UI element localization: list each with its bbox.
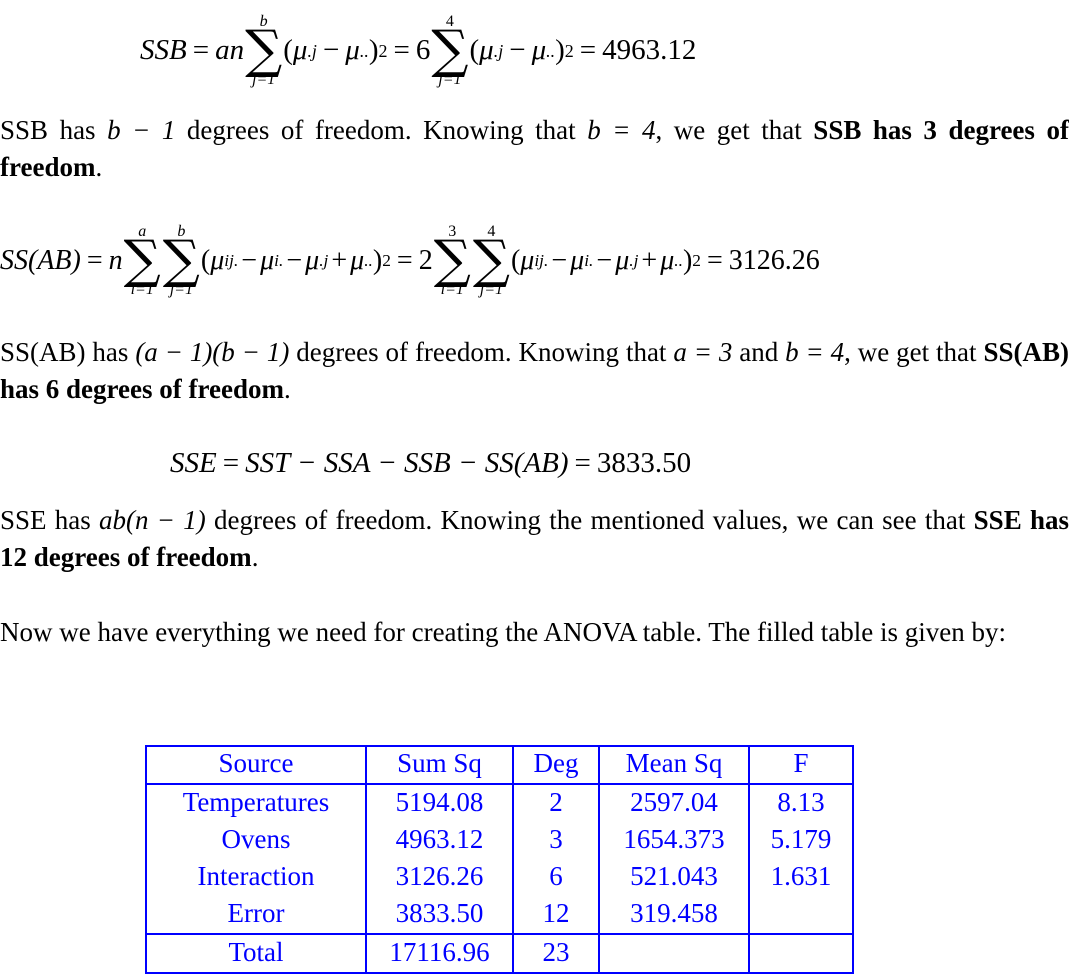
ssb-df-text-3: , we get that — [655, 115, 814, 145]
cell-total-sum-sq: 17116.96 — [365, 933, 514, 974]
ssb-df-text-2: degrees of freedom. Knowing that — [175, 115, 588, 145]
summation-outer-symbolic: a ∑ i=1 — [124, 224, 161, 298]
sum-lower-limit-numeric: j=1 — [438, 70, 462, 88]
anova-table-head: Source Sum Sq Deg Mean Sq F — [145, 745, 854, 785]
anova-table-container: Source Sum Sq Deg Mean Sq F Temperatures… — [145, 745, 854, 974]
equation-ssb: SSB = an b ∑ j=1 (μ .j − μ..) 2 = 6 4 ∑ j=1 … — [140, 13, 697, 88]
sse-df-text-1: SSE has — [0, 505, 100, 535]
cell-sum-sq: 3126.26 — [365, 859, 514, 896]
intro-table-text: Now we have everything we need for creat… — [0, 617, 1006, 647]
document-page: SSB = an b ∑ j=1 (μ .j − μ..) 2 = 6 4 ∑ j=1 … — [0, 0, 1069, 975]
ssab-df-text-1: SS(AB) has — [0, 337, 136, 367]
sse-rhs: SST − SSA − SSB − SS(AB) — [245, 446, 569, 479]
paragraph-sse-df: SSE has ab(n − 1) degrees of freedom. Kn… — [0, 502, 1069, 576]
cell-mean-sq: 319.458 — [598, 896, 750, 935]
cell-f: 5.179 — [748, 822, 854, 859]
cell-sum-sq: 3833.50 — [365, 896, 514, 935]
column-header-f: F — [748, 745, 854, 785]
table-row: Ovens 4963.12 3 1654.373 5.179 — [145, 822, 854, 859]
ssb-df-text-4: . — [95, 152, 103, 182]
table-header-row: Source Sum Sq Deg Mean Sq F — [145, 745, 854, 785]
sigma-icon: ∑ — [123, 230, 161, 290]
sse-df-text-2: degrees of freedom. Knowing the mentione… — [205, 505, 974, 535]
cell-f: 8.13 — [748, 783, 854, 822]
ssab-df-math-1: (a − 1)(b − 1) — [135, 337, 290, 367]
ssab-df-text-4: , we get that — [844, 337, 984, 367]
summation-symbolic: b ∑ j=1 — [245, 14, 282, 88]
cell-total-f — [748, 933, 854, 974]
ssb-coef-symbolic: an — [215, 34, 245, 67]
column-header-sum-sq: Sum Sq — [365, 745, 514, 785]
summation-numeric: 4 ∑ j=1 — [431, 14, 468, 88]
cell-sum-sq: 4963.12 — [365, 822, 514, 859]
cell-total-mean-sq — [598, 933, 750, 974]
cell-deg: 12 — [512, 896, 600, 935]
cell-source: Error — [145, 896, 367, 935]
ssb-lhs: SSB — [140, 34, 187, 67]
paragraph-ssb-df: SSB has b − 1 degrees of freedom. Knowin… — [0, 112, 1069, 186]
equation-sse: SSE = SST − SSA − SSB − SS(AB) = 3833.50 — [170, 446, 692, 479]
cell-deg: 6 — [512, 859, 600, 896]
sigma-icon: ∑ — [472, 230, 510, 290]
ssb-coef-numeric: 6 — [415, 34, 431, 67]
sse-df-math-1: ab(n − 1) — [99, 505, 206, 535]
ssab-result: 3126.26 — [728, 244, 820, 276]
ssab-coef-symbolic: n — [108, 244, 123, 276]
summation-inner-numeric: 4 ∑ j=1 — [473, 224, 510, 298]
ssab-coef-numeric: 2 — [418, 244, 433, 276]
cell-deg: 2 — [512, 783, 600, 822]
ssb-df-math-2: b = 4 — [587, 115, 656, 145]
cell-f — [748, 896, 854, 935]
sum-lower-limit-numeric: i=1 — [440, 280, 464, 298]
sse-result: 3833.50 — [596, 446, 692, 479]
ssab-df-text-5: . — [283, 374, 291, 404]
cell-mean-sq: 2597.04 — [598, 783, 750, 822]
anova-table-foot: Total 17116.96 23 — [145, 933, 854, 974]
ssab-df-math-2: a = 3 — [673, 337, 733, 367]
table-row: Temperatures 5194.08 2 2597.04 8.13 — [145, 783, 854, 822]
anova-table-body: Temperatures 5194.08 2 2597.04 8.13 Oven… — [145, 783, 854, 935]
column-header-deg: Deg — [512, 745, 600, 785]
summation-inner-symbolic: b ∑ j=1 — [163, 224, 200, 298]
sse-lhs: SSE — [170, 446, 217, 479]
sigma-icon: ∑ — [433, 230, 471, 290]
sum-lower-limit: j=1 — [169, 280, 193, 298]
ssab-df-math-3: b = 4 — [785, 337, 845, 367]
cell-mean-sq: 521.043 — [598, 859, 750, 896]
ssab-df-text-3: and — [732, 337, 786, 367]
sse-df-text-3: . — [251, 542, 259, 572]
summation-outer-numeric: 3 ∑ i=1 — [434, 224, 471, 298]
column-header-mean-sq: Mean Sq — [598, 745, 750, 785]
sum-lower-limit-numeric: j=1 — [479, 280, 504, 298]
cell-source: Ovens — [145, 822, 367, 859]
ssb-df-text-1: SSB has — [0, 115, 108, 145]
sigma-icon: ∑ — [431, 20, 469, 80]
cell-total-deg: 23 — [512, 933, 600, 974]
cell-deg: 3 — [512, 822, 600, 859]
ssb-result: 4963.12 — [602, 34, 697, 67]
column-header-source: Source — [145, 745, 367, 785]
sigma-icon: ∑ — [162, 230, 200, 290]
sigma-icon: ∑ — [245, 20, 283, 80]
cell-source: Interaction — [145, 859, 367, 896]
paragraph-intro-table: Now we have everything we need for creat… — [0, 614, 1069, 651]
ssab-lhs: SS(AB) — [0, 244, 81, 276]
cell-total-label: Total — [145, 933, 367, 974]
sum-lower-limit: i=1 — [130, 280, 154, 298]
cell-source: Temperatures — [145, 783, 367, 822]
table-row: Error 3833.50 12 319.458 — [145, 896, 854, 935]
cell-f: 1.631 — [748, 859, 854, 896]
cell-mean-sq: 1654.373 — [598, 822, 750, 859]
paragraph-ssab-df: SS(AB) has (a − 1)(b − 1) degrees of fre… — [0, 334, 1069, 408]
sum-lower-limit: j=1 — [252, 70, 276, 88]
ssb-df-math-1: b − 1 — [107, 115, 176, 145]
anova-table: Source Sum Sq Deg Mean Sq F Temperatures… — [145, 745, 854, 974]
cell-sum-sq: 5194.08 — [365, 783, 514, 822]
table-row-total: Total 17116.96 23 — [145, 933, 854, 974]
equation-ssab: SS(AB) = n a ∑ i=1 b ∑ j=1 (μ ij. − μ i. − μ .j… — [0, 223, 820, 298]
table-row: Interaction 3126.26 6 521.043 1.631 — [145, 859, 854, 896]
ssab-df-text-2: degrees of freedom. Knowing that — [289, 337, 674, 367]
